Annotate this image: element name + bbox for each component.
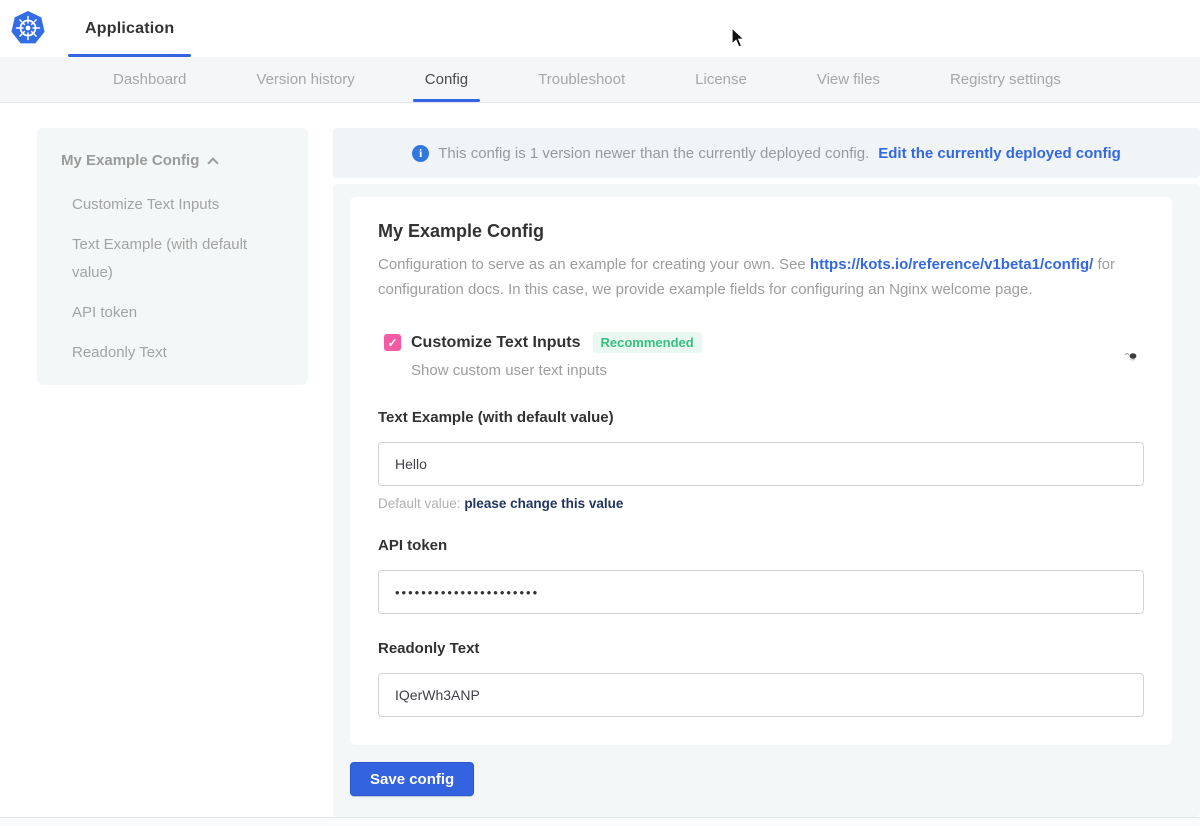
sidebar-item-list: Customize Text Inputs Text Example (with…: [72, 191, 284, 367]
customize-text-inputs-checkbox[interactable]: ✓: [384, 334, 401, 351]
tab-application[interactable]: Application: [68, 0, 191, 57]
kots-admin-console: Application Dashboard Version history Co…: [0, 0, 1200, 826]
config-groups-sidebar: My Example Config Customize Text Inputs …: [37, 128, 308, 385]
text-example-input[interactable]: [378, 442, 1144, 486]
save-config-button[interactable]: Save config: [350, 762, 474, 796]
sidebar-item-readonly-text[interactable]: Readonly Text: [72, 339, 277, 367]
recommended-badge: Recommended: [593, 332, 702, 353]
readonly-text-input[interactable]: [378, 673, 1144, 717]
nav-view-files[interactable]: View files: [799, 57, 898, 102]
customize-text-inputs-row: ✓ Customize Text Inputs Recommended: [378, 332, 1144, 353]
nav-version-history[interactable]: Version history: [238, 57, 372, 102]
api-token-input[interactable]: [378, 570, 1144, 614]
sidebar-item-text-example[interactable]: Text Example (with default value): [72, 231, 277, 287]
checkbox-label: Customize Text Inputs: [411, 334, 581, 352]
default-value-help: Default value: please change this value: [378, 496, 1144, 511]
description-text-before: Configuration to serve as an example for…: [378, 256, 810, 273]
nav-config[interactable]: Config: [407, 57, 486, 102]
sidebar-item-api-token[interactable]: API token: [72, 299, 277, 327]
nav-registry-settings[interactable]: Registry settings: [932, 57, 1079, 102]
app-header: Application: [0, 0, 1200, 57]
default-value-prefix: Default value:: [378, 496, 464, 511]
nav-troubleshoot[interactable]: Troubleshoot: [520, 57, 643, 102]
default-value-text: please change this value: [464, 496, 623, 511]
info-icon: i: [412, 145, 429, 162]
api-token-label: API token: [378, 537, 1144, 554]
kots-reference-link[interactable]: https://kots.io/reference/v1beta1/config…: [810, 256, 1093, 273]
nav-dashboard[interactable]: Dashboard: [95, 57, 204, 102]
config-card-description: Configuration to serve as an example for…: [378, 252, 1144, 302]
page-bottom-edge: [0, 817, 1200, 826]
chevron-up-icon: [208, 157, 219, 168]
readonly-text-label: Readonly Text: [378, 640, 1144, 657]
config-panel: My Example Config Configuration to serve…: [333, 184, 1200, 817]
sidebar-item-customize-text-inputs[interactable]: Customize Text Inputs: [72, 191, 277, 219]
checkbox-help-text: Show custom user text inputs: [378, 362, 1144, 379]
nav-license[interactable]: License: [677, 57, 765, 102]
kubernetes-logo-icon: [10, 10, 46, 46]
sidebar-group-title: My Example Config: [61, 152, 199, 169]
config-card: My Example Config Configuration to serve…: [350, 197, 1172, 745]
config-card-title: My Example Config: [378, 221, 1144, 242]
version-info-banner: i This config is 1 version newer than th…: [333, 128, 1200, 178]
tab-application-label: Application: [85, 20, 174, 38]
app-subnav: Dashboard Version history Config Trouble…: [0, 57, 1200, 103]
text-example-label: Text Example (with default value): [378, 409, 1144, 426]
banner-text: This config is 1 version newer than the …: [438, 145, 869, 162]
edit-deployed-config-link[interactable]: Edit the currently deployed config: [878, 145, 1121, 162]
sidebar-group-toggle[interactable]: My Example Config: [61, 152, 284, 169]
